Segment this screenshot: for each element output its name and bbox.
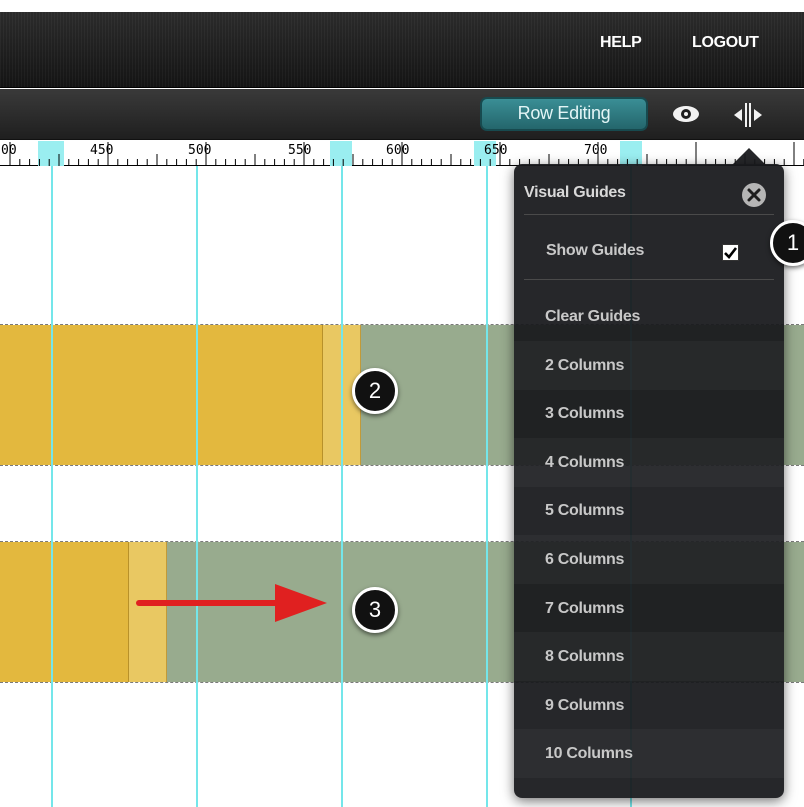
- menu-item-2-columns[interactable]: 2 Columns: [514, 341, 784, 390]
- eye-icon[interactable]: [670, 101, 702, 132]
- dropdown-divider: [524, 279, 774, 280]
- menu-item-clear-guides[interactable]: Clear Guides: [514, 292, 784, 341]
- callout-marker-3: 3: [352, 587, 398, 633]
- guide-line[interactable]: [51, 166, 53, 807]
- dropdown-caret: [732, 148, 766, 165]
- logout-link[interactable]: LOGOUT: [692, 34, 759, 52]
- visual-guides-splitter-icon[interactable]: [730, 101, 766, 134]
- guide-marker-highlight: [620, 141, 642, 166]
- show-guides-label: Show Guides: [546, 242, 645, 259]
- ruler-label: 650: [484, 143, 507, 158]
- ruler-label: 550: [288, 143, 311, 158]
- close-icon[interactable]: [742, 183, 766, 207]
- guide-line[interactable]: [341, 166, 343, 807]
- red-arrow-icon: [136, 584, 327, 622]
- pixel-ruler: 00 450 500 550 600 650 700: [0, 141, 804, 166]
- show-guides-checkbox[interactable]: [722, 244, 739, 261]
- guide-line[interactable]: [196, 166, 198, 807]
- ruler-label: 500: [188, 143, 211, 158]
- visual-guides-dropdown: Visual Guides Show Guides Clear Guides 2…: [514, 164, 784, 798]
- menu-item-5-columns[interactable]: 5 Columns: [514, 486, 784, 535]
- checkmark-icon: [724, 247, 738, 259]
- row-1-column-yellow[interactable]: [0, 325, 323, 465]
- menu-item-10-columns[interactable]: 10 Columns: [514, 729, 784, 778]
- callout-marker-2: 2: [352, 368, 398, 414]
- ruler-label: 600: [386, 143, 409, 158]
- guide-marker-highlight: [38, 141, 64, 166]
- help-link[interactable]: HELP: [600, 34, 642, 52]
- menu-item-8-columns[interactable]: 8 Columns: [514, 632, 784, 681]
- menu-item-7-columns[interactable]: 7 Columns: [514, 584, 784, 633]
- dropdown-title: Visual Guides: [524, 184, 626, 201]
- menu-item-4-columns[interactable]: 4 Columns: [514, 438, 784, 487]
- editor-toolbar: Row Editing: [0, 89, 804, 140]
- row-editing-button[interactable]: Row Editing: [480, 97, 648, 131]
- dropdown-divider: [524, 214, 774, 215]
- row-2-column-yellow[interactable]: [0, 542, 129, 682]
- menu-item-9-columns[interactable]: 9 Columns: [514, 681, 784, 730]
- guide-line[interactable]: [486, 166, 488, 807]
- top-header-bar: HELP LOGOUT: [0, 12, 804, 88]
- ruler-label: 450: [90, 143, 113, 158]
- ruler-label: 700: [584, 143, 607, 158]
- ruler-label: 00: [1, 143, 17, 158]
- menu-item-6-columns[interactable]: 6 Columns: [514, 535, 784, 584]
- menu-item-3-columns[interactable]: 3 Columns: [514, 389, 784, 438]
